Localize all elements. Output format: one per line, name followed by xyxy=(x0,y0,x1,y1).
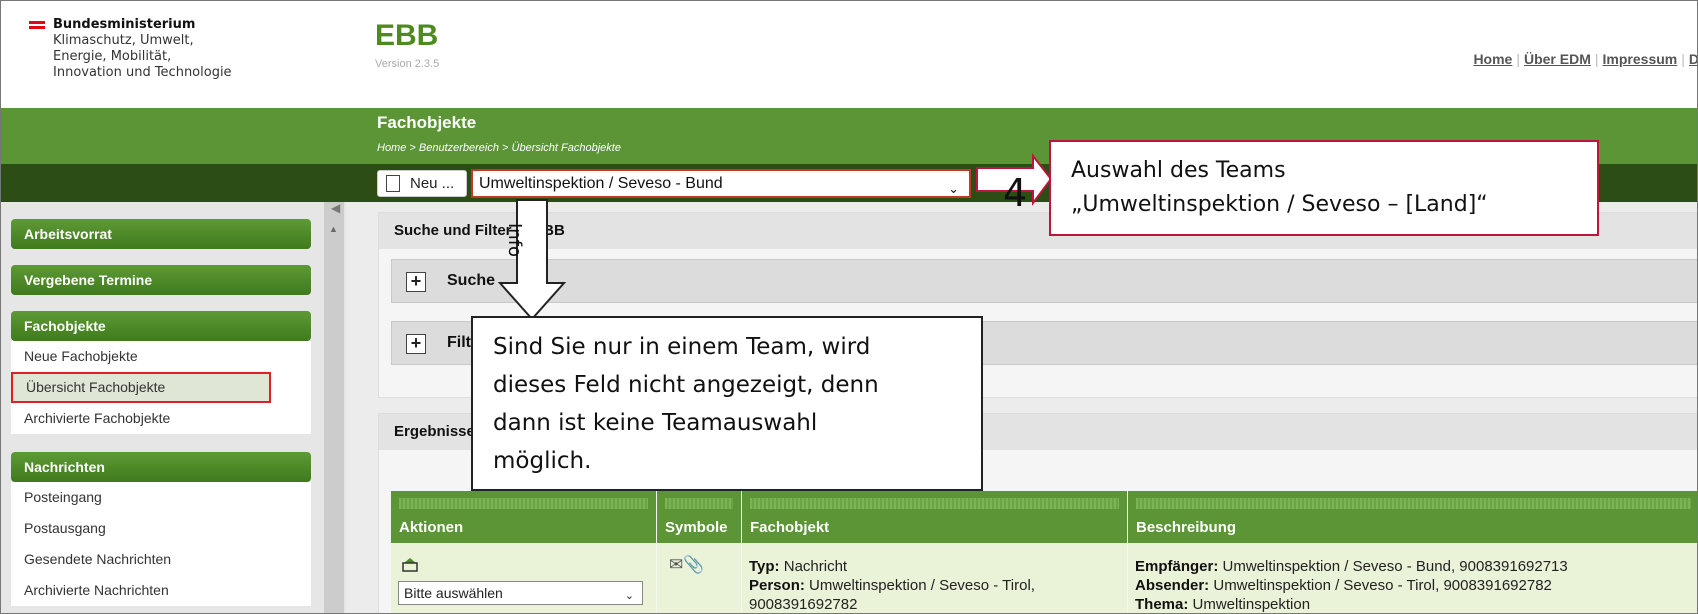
info-callout-line: möglich. xyxy=(493,448,592,474)
team-callout: Auswahl des Teams „Umweltinspektion / Se… xyxy=(1049,140,1599,236)
info-callout-line: dieses Feld nicht angezeigt, denn xyxy=(493,372,879,398)
app-window: Bundesministerium Klimaschutz, Umwelt, E… xyxy=(0,0,1698,614)
team-callout-line: Auswahl des Teams xyxy=(1071,158,1286,183)
info-callout: Sind Sie nur in einem Team, wird dieses … xyxy=(471,316,983,491)
team-callout-line: „Umweltinspektion / Seveso – [Land]“ xyxy=(1071,192,1488,217)
annotation-arrows xyxy=(497,153,1053,321)
info-callout-line: Sind Sie nur in einem Team, wird xyxy=(493,334,871,360)
step-number: 4 xyxy=(1003,171,1028,215)
arrow-down-shape xyxy=(497,199,567,321)
info-label: Info xyxy=(504,223,525,258)
info-callout-line: dann ist keine Teamauswahl xyxy=(493,410,818,436)
